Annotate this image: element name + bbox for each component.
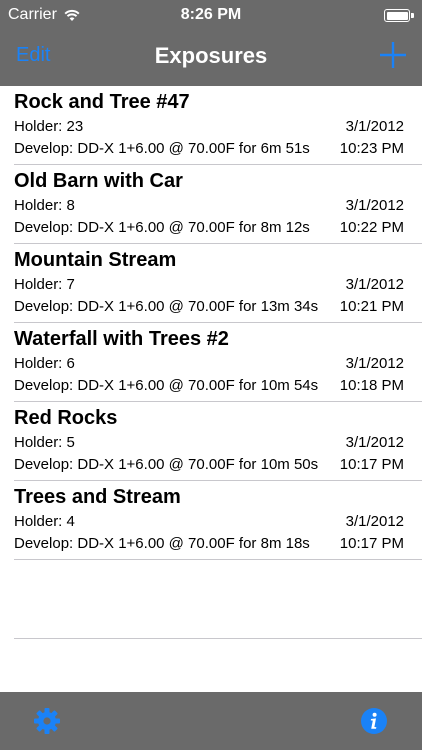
exposure-time: 10:17 PM — [339, 535, 404, 552]
exposure-holder: Holder: 4 — [14, 513, 75, 530]
exposure-list: Rock and Tree #47 Holder: 23 3/1/2012 De… — [0, 86, 422, 639]
exposure-holder: Holder: 5 — [14, 434, 75, 451]
exposure-row[interactable]: Trees and Stream Holder: 4 3/1/2012 Deve… — [0, 481, 422, 560]
row-divider — [14, 638, 422, 639]
battery-icon — [384, 9, 414, 22]
status-bar: Carrier 8:26 PM — [0, 0, 422, 30]
exposure-develop: Develop: DD-X 1+6.00 @ 70.00F for 8m 18s — [14, 535, 310, 552]
exposure-develop: Develop: DD-X 1+6.00 @ 70.00F for 6m 51s — [14, 140, 310, 157]
exposure-time: 10:22 PM — [339, 219, 404, 236]
exposure-holder: Holder: 23 — [14, 118, 84, 135]
exposure-develop: Develop: DD-X 1+6.00 @ 70.00F for 13m 34… — [14, 298, 319, 315]
exposure-time: 10:18 PM — [339, 377, 404, 394]
exposure-row[interactable]: Old Barn with Car Holder: 8 3/1/2012 Dev… — [0, 165, 422, 244]
exposure-row[interactable]: Waterfall with Trees #2 Holder: 6 3/1/20… — [0, 323, 422, 402]
exposure-row[interactable]: Rock and Tree #47 Holder: 23 3/1/2012 De… — [0, 86, 422, 165]
status-time: 8:26 PM — [180, 6, 242, 23]
exposure-time: 10:17 PM — [339, 456, 404, 473]
empty-row — [0, 560, 422, 639]
exposure-date: 3/1/2012 — [345, 355, 404, 372]
exposure-time: 10:21 PM — [339, 298, 404, 315]
exposure-date: 3/1/2012 — [345, 276, 404, 293]
exposure-time: 10:23 PM — [339, 140, 404, 157]
exposure-title: Rock and Tree #47 — [14, 91, 190, 113]
nav-bar: Edit Exposures — [0, 30, 422, 86]
exposure-holder: Holder: 8 — [14, 197, 75, 214]
exposure-date: 3/1/2012 — [345, 513, 404, 530]
exposure-develop: Develop: DD-X 1+6.00 @ 70.00F for 8m 12s — [14, 219, 310, 236]
exposure-row[interactable]: Red Rocks Holder: 5 3/1/2012 Develop: DD… — [0, 402, 422, 481]
exposure-title: Waterfall with Trees #2 — [14, 328, 229, 350]
exposure-date: 3/1/2012 — [345, 197, 404, 214]
exposure-develop: Develop: DD-X 1+6.00 @ 70.00F for 10m 54… — [14, 377, 319, 394]
exposure-date: 3/1/2012 — [345, 118, 404, 135]
exposure-title: Trees and Stream — [14, 486, 181, 508]
gear-icon[interactable] — [32, 706, 62, 736]
exposure-date: 3/1/2012 — [345, 434, 404, 451]
info-icon[interactable] — [360, 707, 388, 735]
exposure-title: Red Rocks — [14, 407, 118, 429]
exposure-row[interactable]: Mountain Stream Holder: 7 3/1/2012 Devel… — [0, 244, 422, 323]
exposure-holder: Holder: 6 — [14, 355, 75, 372]
exposure-title: Mountain Stream — [14, 249, 177, 271]
page-title: Exposures — [154, 43, 268, 68]
bottom-toolbar — [0, 692, 422, 750]
exposure-title: Old Barn with Car — [14, 170, 183, 192]
exposure-develop: Develop: DD-X 1+6.00 @ 70.00F for 10m 50… — [14, 456, 319, 473]
exposure-holder: Holder: 7 — [14, 276, 75, 293]
plus-icon[interactable] — [376, 38, 410, 72]
battery-fill — [386, 11, 408, 20]
